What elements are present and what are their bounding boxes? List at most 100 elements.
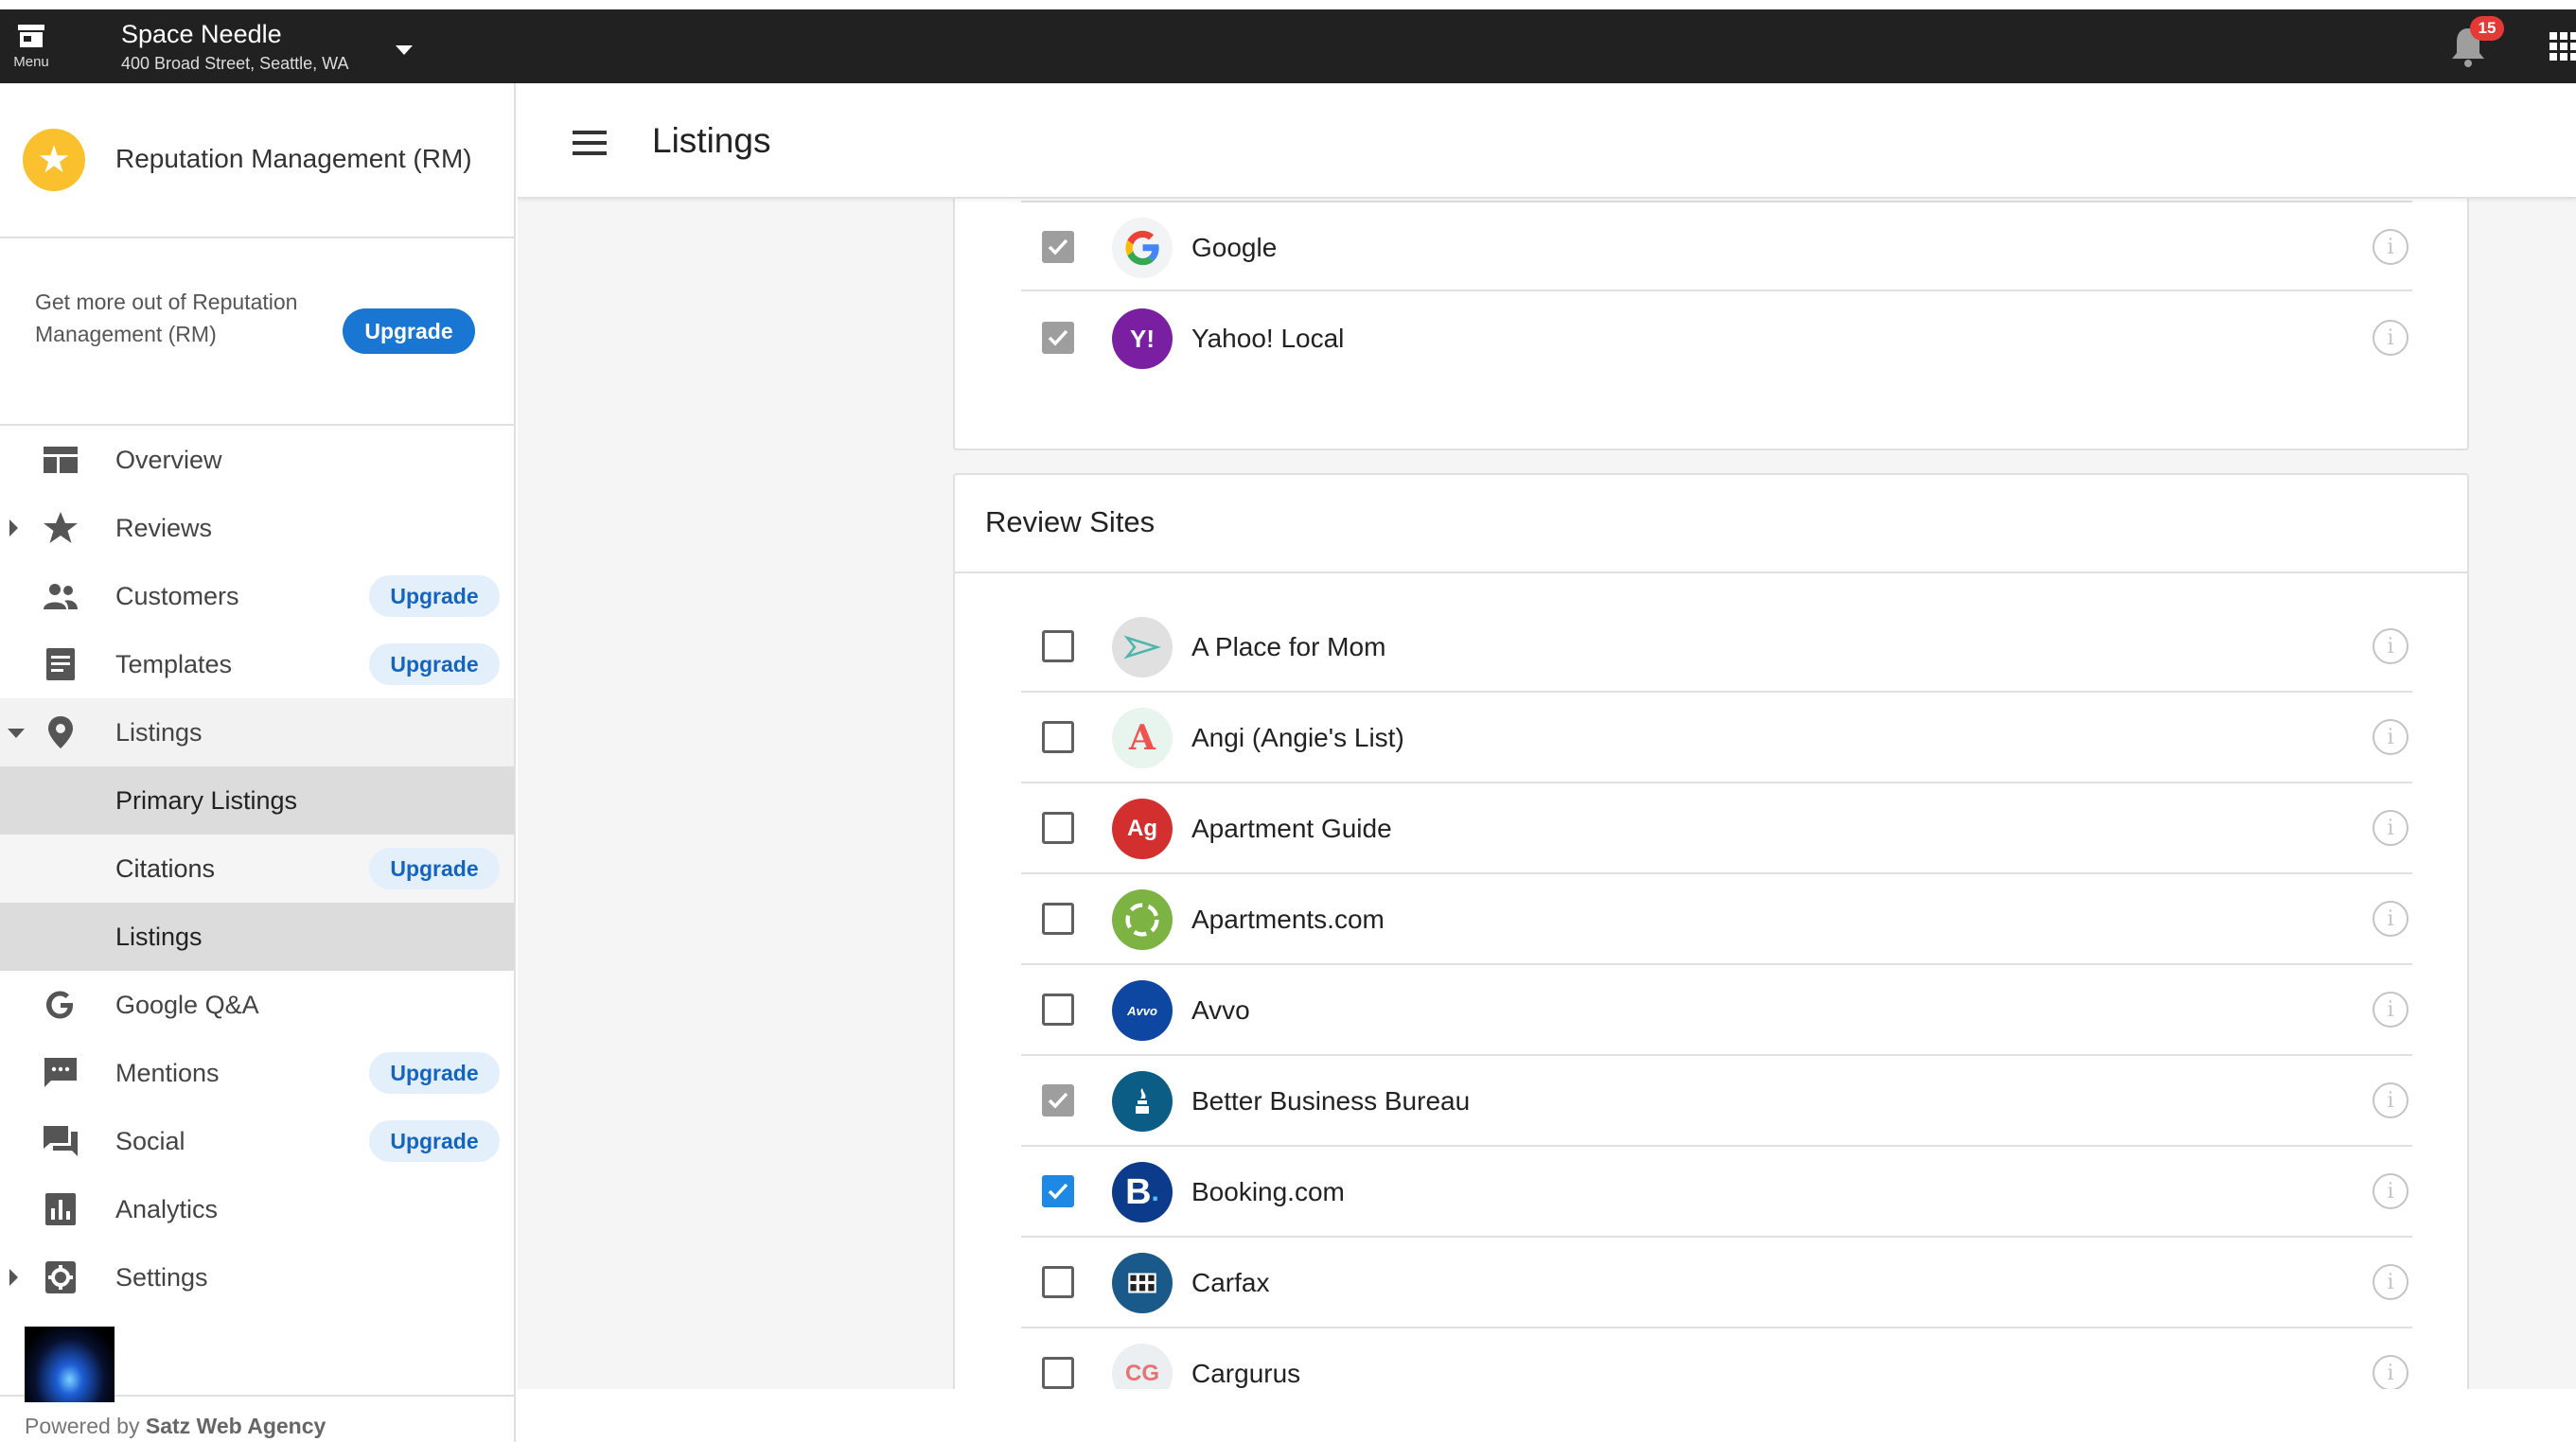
site-name: Apartment Guide (1191, 814, 1392, 843)
sidebar-item-settings[interactable]: Settings (0, 1243, 514, 1311)
sidebar-item-label: Templates (115, 649, 233, 678)
listing-sites-card: Google i Y! Yahoo! Local i (953, 199, 2469, 450)
expand-arrow-icon[interactable] (9, 519, 18, 536)
checkbox[interactable] (1042, 630, 1074, 662)
checkbox[interactable] (1042, 1357, 1074, 1389)
angi-icon: A (1112, 708, 1173, 768)
info-icon[interactable]: i (2373, 1173, 2408, 1209)
powered-agency[interactable]: Satz Web Agency (146, 1414, 326, 1438)
info-icon[interactable]: i (2373, 901, 2408, 937)
caret-down-icon[interactable] (396, 45, 413, 55)
sidebar-item-label: Overview (115, 445, 222, 474)
upgrade-chip[interactable]: Upgrade (369, 848, 500, 889)
sidebar-item-customers[interactable]: Customers Upgrade (0, 562, 514, 630)
info-icon[interactable]: i (2373, 1264, 2408, 1300)
checkbox[interactable] (1042, 1266, 1074, 1298)
menu-label: Menu (13, 53, 49, 70)
info-icon[interactable]: i (2373, 992, 2408, 1028)
chat-bubble-icon (44, 1058, 77, 1087)
list-item[interactable]: Carfax i (1021, 1238, 2412, 1328)
business-selector[interactable]: Space Needle 400 Broad Street, Seattle, … (121, 17, 348, 76)
sidebar-nav: Overview Reviews Customers Upgrade Templ… (0, 426, 514, 1311)
list-item[interactable]: Apartments.com i (1021, 874, 2412, 965)
sidebar: ★ Reputation Management (RM) Get more ou… (0, 83, 516, 1442)
info-icon[interactable]: i (2373, 229, 2408, 265)
checkbox[interactable] (1042, 1084, 1074, 1117)
upgrade-chip[interactable]: Upgrade (369, 1120, 500, 1162)
powered-by: Powered by Satz Web Agency (25, 1414, 326, 1439)
upgrade-chip[interactable]: Upgrade (369, 1052, 500, 1094)
storefront-icon (18, 24, 44, 47)
info-icon[interactable]: i (2373, 628, 2408, 664)
sidebar-item-label: Listings (115, 717, 203, 747)
sidebar-item-label: Settings (115, 1262, 208, 1292)
list-item[interactable]: Google i (1021, 201, 2412, 291)
info-icon[interactable]: i (2373, 719, 2408, 755)
business-address: 400 Broad Street, Seattle, WA (121, 54, 349, 73)
checkbox[interactable] (1042, 721, 1074, 753)
list-item[interactable]: CG Cargurus i (1021, 1328, 2412, 1389)
hamburger-icon[interactable] (573, 131, 607, 155)
sidebar-item-overview[interactable]: Overview (0, 426, 514, 494)
site-name: Carfax (1191, 1268, 1270, 1297)
main-content: Google i Y! Yahoo! Local i Review Sites … (518, 199, 2576, 1389)
checkbox[interactable] (1042, 322, 1074, 354)
yahoo-icon: Y! (1112, 308, 1173, 369)
app-header: ★ Reputation Management (RM) (0, 83, 514, 238)
app-title: Reputation Management (RM) (115, 144, 472, 173)
sidebar-item-templates[interactable]: Templates Upgrade (0, 630, 514, 698)
sidebar-item-google-qa[interactable]: Google Q&A (0, 971, 514, 1039)
card-title: Review Sites (985, 505, 1156, 538)
carfax-icon (1112, 1253, 1173, 1313)
sidebar-item-listings[interactable]: Listings (0, 698, 514, 766)
apps-grid-icon[interactable] (2550, 32, 2576, 61)
agency-logo (25, 1327, 115, 1402)
sidebar-item-analytics[interactable]: Analytics (0, 1175, 514, 1243)
sidebar-item-social[interactable]: Social Upgrade (0, 1107, 514, 1175)
collapse-arrow-icon[interactable] (8, 729, 25, 738)
sidebar-item-citations[interactable]: Citations Upgrade (0, 835, 514, 903)
sidebar-item-label: Google Q&A (115, 990, 259, 1019)
checkbox[interactable] (1042, 231, 1074, 263)
sidebar-item-label: Listings (115, 922, 203, 951)
location-pin-icon (48, 716, 73, 748)
google-icon (46, 991, 73, 1019)
site-name: Google (1191, 233, 1278, 262)
list-item[interactable]: Better Business Bureau i (1021, 1056, 2412, 1147)
checkbox[interactable] (1042, 812, 1074, 844)
info-icon[interactable]: i (2373, 810, 2408, 846)
list-item[interactable]: Ag Apartment Guide i (1021, 783, 2412, 874)
list-item[interactable]: A Angi (Angie's List) i (1021, 693, 2412, 783)
list-item[interactable]: Y! Yahoo! Local i (1021, 293, 2412, 384)
site-name: Booking.com (1191, 1177, 1345, 1206)
star-icon (44, 512, 78, 543)
sidebar-item-label: Customers (115, 581, 239, 610)
info-icon[interactable]: i (2373, 1082, 2408, 1118)
menu-button[interactable]: Menu (0, 9, 62, 83)
info-icon[interactable]: i (2373, 320, 2408, 356)
site-name: Yahoo! Local (1191, 324, 1345, 353)
upgrade-chip[interactable]: Upgrade (369, 643, 500, 685)
site-name: Apartments.com (1191, 905, 1385, 934)
sidebar-item-listings-sub[interactable]: Listings (0, 903, 514, 971)
upgrade-chip[interactable]: Upgrade (369, 575, 500, 617)
list-item[interactable]: Avvo Avvo i (1021, 965, 2412, 1056)
sidebar-item-reviews[interactable]: Reviews (0, 494, 514, 562)
sidebar-item-mentions[interactable]: Mentions Upgrade (0, 1039, 514, 1107)
bar-chart-icon (45, 1193, 76, 1225)
paper-plane-icon (1112, 617, 1173, 677)
star-logo-icon: ★ (23, 129, 85, 191)
checkbox[interactable] (1042, 903, 1074, 935)
sidebar-item-primary-listings[interactable]: Primary Listings (0, 766, 514, 835)
checkbox[interactable] (1042, 1175, 1074, 1207)
site-name: Avvo (1191, 995, 1250, 1025)
list-item[interactable]: A Place for Mom i (1021, 602, 2412, 693)
site-name: A Place for Mom (1191, 632, 1386, 661)
main-header: Listings (518, 83, 2576, 199)
checkbox[interactable] (1042, 994, 1074, 1026)
powered-prefix: Powered by (25, 1414, 140, 1438)
list-item[interactable]: B. Booking.com i (1021, 1147, 2412, 1238)
expand-arrow-icon[interactable] (9, 1269, 18, 1286)
promo-upgrade-button[interactable]: Upgrade (343, 308, 475, 354)
info-icon[interactable]: i (2373, 1355, 2408, 1389)
